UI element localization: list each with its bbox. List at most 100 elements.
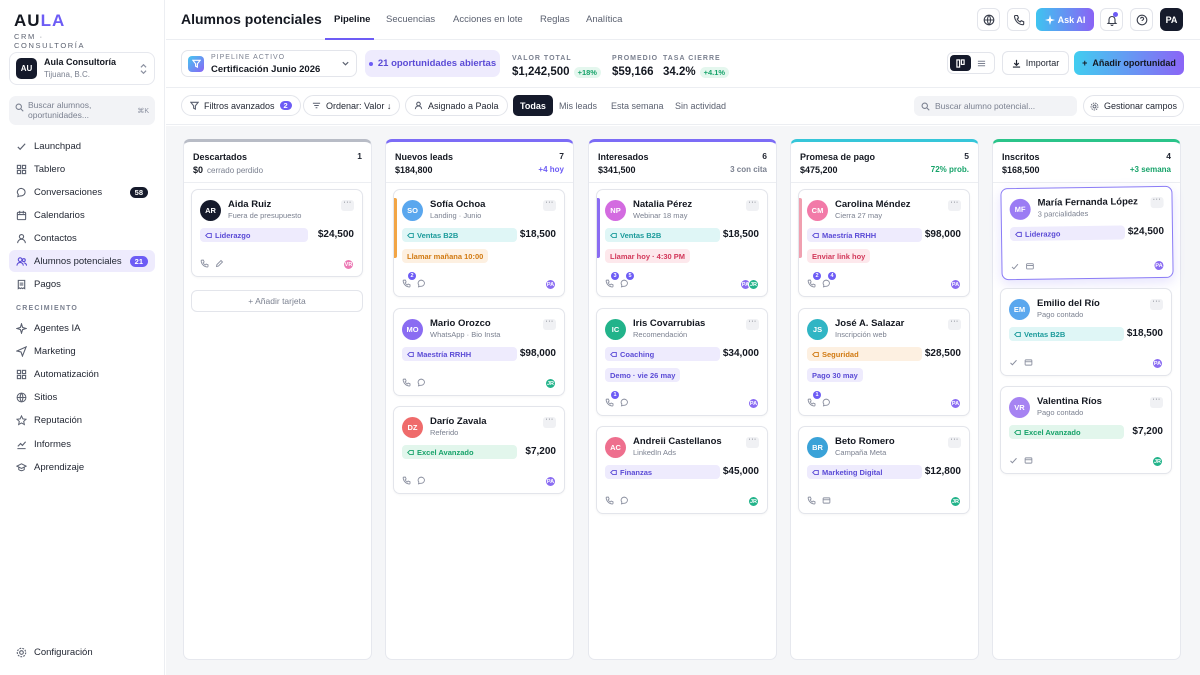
sidebar-item-automatizacion[interactable]: Automatización: [9, 363, 155, 385]
card-action-1[interactable]: [605, 494, 614, 508]
card-action-2[interactable]: [417, 474, 426, 488]
next-action-tag[interactable]: Enviar link hoy: [807, 249, 871, 263]
card-action-1[interactable]: 1: [605, 391, 619, 410]
more-options-button[interactable]: ···: [746, 318, 759, 330]
owner-avatar[interactable]: PA: [1153, 259, 1165, 272]
more-options-button[interactable]: ···: [746, 436, 759, 448]
owner-avatar[interactable]: JR: [950, 496, 961, 507]
sidebar-item-launchpad[interactable]: Launchpad: [9, 135, 155, 157]
chip-mis-leads[interactable]: Mis leads: [552, 95, 604, 116]
lead-name[interactable]: José A. Salazar: [835, 318, 904, 329]
more-options-button[interactable]: ···: [948, 318, 961, 330]
card-action-2[interactable]: [215, 257, 224, 271]
card-action-1[interactable]: [807, 494, 816, 508]
sidebar-search-input[interactable]: Buscar alumnos, oportunidades... ⌘K: [9, 96, 155, 125]
more-options-button[interactable]: ···: [543, 199, 556, 211]
card-action-1[interactable]: [1009, 356, 1018, 370]
sidebar-item-sitios[interactable]: Sitios: [9, 386, 155, 408]
card-action-1[interactable]: [402, 376, 411, 390]
board-view-button[interactable]: [950, 55, 971, 71]
lead-card[interactable]: MF María Fernanda López 3 parcialidades ···…: [1000, 185, 1174, 281]
card-action-2[interactable]: [822, 396, 831, 410]
lead-name[interactable]: Darío Zavala: [430, 416, 487, 427]
owner-avatar[interactable]: PA: [748, 398, 759, 409]
owner-avatar[interactable]: PA: [545, 476, 556, 487]
lead-card[interactable]: NP Natalia Pérez Webinar 18 may ··· Ventas B…: [596, 189, 768, 297]
message-badge-wrap[interactable]: 4: [822, 272, 836, 291]
message-badge-wrap[interactable]: 5: [620, 272, 634, 291]
lead-name[interactable]: Andreii Castellanos: [633, 436, 722, 447]
card-action-2[interactable]: [1024, 356, 1033, 370]
sidebar-item-conversaciones[interactable]: Conversaciones 58: [9, 181, 155, 203]
lead-card[interactable]: AR Aida Ruiz Fuera de presupuesto ··· Lidera…: [191, 189, 363, 277]
lead-card[interactable]: EM Emilio del Río Pago contado ··· Ventas B2…: [1000, 288, 1172, 376]
card-action-1[interactable]: [1009, 454, 1018, 468]
sort-button[interactable]: Ordenar: Valor ↓: [303, 95, 401, 116]
tab-secuencias[interactable]: Secuencias: [386, 14, 435, 25]
sidebar-item-calendarios[interactable]: Calendarios: [9, 204, 155, 226]
import-button[interactable]: Importar: [1002, 51, 1069, 75]
notifications-button[interactable]: [1100, 8, 1123, 31]
owner-avatar[interactable]: JR: [1152, 456, 1163, 467]
card-action-1[interactable]: 1: [807, 391, 821, 410]
chip-sin-actividad[interactable]: Sin actividad: [668, 95, 733, 116]
lead-name[interactable]: María Fernanda López: [1038, 196, 1138, 208]
tab-reglas[interactable]: Reglas: [540, 14, 570, 25]
lead-card[interactable]: CM Carolina Méndez Cierra 27 may ··· Maestrí…: [798, 189, 970, 297]
add-opportunity-button[interactable]: + Añadir oportunidad: [1074, 51, 1184, 75]
card-action-1[interactable]: [200, 257, 209, 271]
tab-pipeline[interactable]: Pipeline: [334, 14, 370, 25]
owner-avatar[interactable]: VR: [343, 259, 354, 270]
org-switcher[interactable]: AU Aula Consultoría Tijuana, B.C.: [9, 52, 155, 85]
card-action-2[interactable]: [417, 376, 426, 390]
owner-avatar[interactable]: JR: [748, 279, 759, 290]
more-options-button[interactable]: ···: [341, 199, 354, 211]
lead-name[interactable]: Iris Covarrubias: [633, 318, 705, 329]
lead-card[interactable]: SO Sofía Ochoa Landing · Junio ··· Ventas B2…: [393, 189, 565, 297]
sidebar-item-contactos[interactable]: Contactos: [9, 227, 155, 249]
assigned-filter-button[interactable]: Asignado a Paola: [405, 95, 508, 116]
more-options-button[interactable]: ···: [1150, 196, 1164, 209]
next-action-tag[interactable]: Llamar mañana 10:00: [402, 249, 489, 263]
pipeline-selector[interactable]: PIPELINE ACTIVO Certificación Junio 2026: [181, 50, 357, 77]
phone-button[interactable]: [1007, 8, 1030, 31]
next-action-tag[interactable]: Demo · vie 26 may: [605, 368, 681, 382]
language-button[interactable]: [977, 8, 1000, 31]
card-action-1[interactable]: 2: [807, 272, 821, 291]
lead-name[interactable]: Sofía Ochoa: [430, 199, 485, 210]
chip-todas[interactable]: Todas: [513, 95, 553, 116]
owner-avatar[interactable]: PA: [1152, 358, 1163, 369]
ask-ai-button[interactable]: Ask AI: [1036, 8, 1094, 31]
card-action-2[interactable]: [620, 396, 629, 410]
sidebar-item-aprendizaje[interactable]: Aprendizaje: [9, 456, 155, 478]
lead-card[interactable]: JS José A. Salazar Inscripción web ··· Segur…: [798, 308, 970, 416]
more-options-button[interactable]: ···: [948, 199, 961, 211]
lead-name[interactable]: Valentina Ríos: [1037, 396, 1102, 407]
more-options-button[interactable]: ···: [543, 318, 556, 330]
sidebar-item-pagos[interactable]: Pagos: [9, 273, 155, 295]
help-button[interactable]: [1130, 8, 1153, 31]
next-action-tag[interactable]: Llamar hoy · 4:30 PM: [605, 249, 691, 263]
advanced-filters-button[interactable]: Filtros avanzados 2: [181, 95, 301, 116]
card-action-2[interactable]: [1024, 454, 1033, 468]
lead-card[interactable]: MO Mario Orozco WhatsApp · Bio Insta ··· Mae…: [393, 308, 565, 396]
app-logo[interactable]: AULA CRM · CONSULTORÍA: [14, 11, 94, 50]
manage-fields-button[interactable]: Gestionar campos: [1083, 95, 1184, 117]
card-action-2[interactable]: [417, 277, 426, 291]
sidebar-item-settings[interactable]: Configuración: [9, 641, 155, 663]
lead-card[interactable]: VR Valentina Ríos Pago contado ··· Excel Ava…: [1000, 386, 1172, 474]
more-options-button[interactable]: ···: [1150, 396, 1163, 408]
sidebar-item-tablero[interactable]: Tablero: [9, 158, 155, 180]
card-action-1[interactable]: [1010, 260, 1019, 274]
owner-avatar[interactable]: PA: [950, 279, 961, 290]
card-action-1[interactable]: 3: [605, 272, 619, 291]
more-options-button[interactable]: ···: [543, 416, 556, 428]
tab-acciones-en-lote[interactable]: Acciones en lote: [453, 14, 523, 25]
lead-name[interactable]: Emilio del Río: [1037, 298, 1100, 309]
lead-search-input[interactable]: Buscar alumno potencial...: [914, 96, 1077, 116]
lead-name[interactable]: Mario Orozco: [430, 318, 491, 329]
more-options-button[interactable]: ···: [746, 199, 759, 211]
card-action-1[interactable]: [402, 474, 411, 488]
sidebar-item-informes[interactable]: Informes: [9, 433, 155, 455]
chip-esta-semana[interactable]: Esta semana: [604, 95, 671, 116]
